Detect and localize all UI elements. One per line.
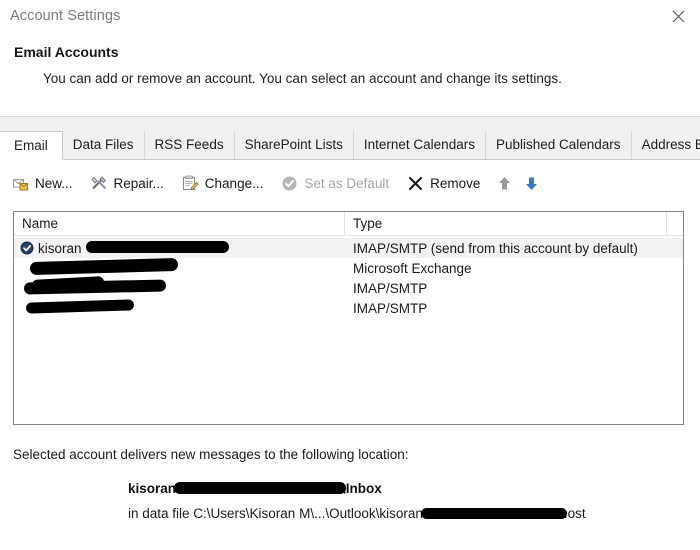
tab-address-books[interactable]: Address Books <box>630 131 700 159</box>
delivery-inbox-suffix: \Inbox <box>342 481 382 496</box>
account-type-cell: Microsoft Exchange <box>353 260 472 276</box>
delivery-file-suffix: .ost <box>563 506 586 521</box>
delivery-location-label: Selected account delivers new messages t… <box>13 447 409 462</box>
redaction-stroke <box>25 299 135 314</box>
window-title: Account Settings <box>10 8 121 24</box>
title-bar: Account Settings <box>0 0 700 32</box>
tab-rss-feeds[interactable]: RSS Feeds <box>143 131 235 159</box>
arrow-down-icon <box>526 177 538 190</box>
account-name-cell: kisoran <box>14 238 345 258</box>
move-up-button[interactable] <box>498 176 511 191</box>
new-account-label: New... <box>35 175 73 191</box>
new-account-button[interactable]: New... <box>12 175 73 192</box>
arrow-up-icon <box>499 176 511 189</box>
account-type-cell: IMAP/SMTP <box>353 280 428 296</box>
repair-account-label: Repair... <box>113 175 164 191</box>
delivery-inbox-prefix: kisoran <box>128 481 177 496</box>
account-type-cell: IMAP/SMTP (send from this account by def… <box>353 240 638 256</box>
edit-account-icon <box>182 175 199 190</box>
change-account-button[interactable]: Change... <box>182 175 264 192</box>
header-block: Email Accounts You can add or remove an … <box>0 32 700 86</box>
redaction-stroke <box>420 507 567 519</box>
redaction-stroke <box>29 257 179 276</box>
table-row[interactable]: kisoran IMAP/SMTP (send from this accoun… <box>14 238 683 258</box>
account-toolbar: New... Repair... Change... Set as Defaul… <box>0 160 700 206</box>
tab-email[interactable]: Email <box>0 131 63 160</box>
check-circle-icon <box>282 176 297 190</box>
delivery-file-prefix: in data file C:\Users\Kisoran M\...\Outl… <box>128 506 423 521</box>
account-name-text: kisoran <box>38 240 82 256</box>
tab-published-calendars[interactable]: Published Calendars <box>484 131 632 159</box>
set-as-default-button[interactable]: Set as Default <box>281 175 389 192</box>
table-row[interactable]: IMAP/SMTP <box>14 298 683 318</box>
new-mail-icon <box>13 178 28 190</box>
change-account-label: Change... <box>204 175 264 191</box>
account-list[interactable]: Name Type kisoran IMAP/SMTP (send from t… <box>13 211 684 425</box>
redaction-stroke <box>174 482 347 495</box>
delivery-inbox-path: kisoran \Inbox <box>128 481 382 496</box>
page-title: Email Accounts <box>14 44 119 60</box>
redaction-stroke <box>23 279 167 295</box>
account-name-cell <box>14 298 345 318</box>
tab-strip: Email Data Files RSS Feeds SharePoint Li… <box>0 117 700 160</box>
default-account-check-icon <box>20 241 34 255</box>
move-down-button[interactable] <box>525 176 538 191</box>
tab-internet-calendars[interactable]: Internet Calendars <box>352 131 486 159</box>
tools-icon <box>91 175 106 189</box>
table-row[interactable]: IMAP/SMTP <box>14 276 683 298</box>
list-header-row: Name Type <box>14 212 683 236</box>
account-name-cell <box>14 257 345 278</box>
remove-account-label: Remove <box>430 175 481 191</box>
page-subtitle: You can add or remove an account. You ca… <box>43 71 562 86</box>
repair-account-button[interactable]: Repair... <box>91 175 164 192</box>
table-row[interactable]: Microsoft Exchange <box>14 257 683 278</box>
x-icon <box>409 176 423 190</box>
column-header-type[interactable]: Type <box>345 212 667 235</box>
close-icon[interactable] <box>656 1 700 31</box>
tab-data-files[interactable]: Data Files <box>61 131 145 159</box>
redaction-stroke <box>86 240 229 253</box>
delivery-data-file-path: in data file C:\Users\Kisoran M\...\Outl… <box>128 506 586 521</box>
set-as-default-label: Set as Default <box>304 175 390 191</box>
tab-sharepoint-lists[interactable]: SharePoint Lists <box>233 131 354 159</box>
remove-account-button[interactable]: Remove <box>407 175 480 192</box>
account-type-cell: IMAP/SMTP <box>353 300 428 316</box>
account-name-cell <box>14 276 345 298</box>
column-header-name[interactable]: Name <box>14 212 345 235</box>
redaction-stroke <box>31 276 105 291</box>
